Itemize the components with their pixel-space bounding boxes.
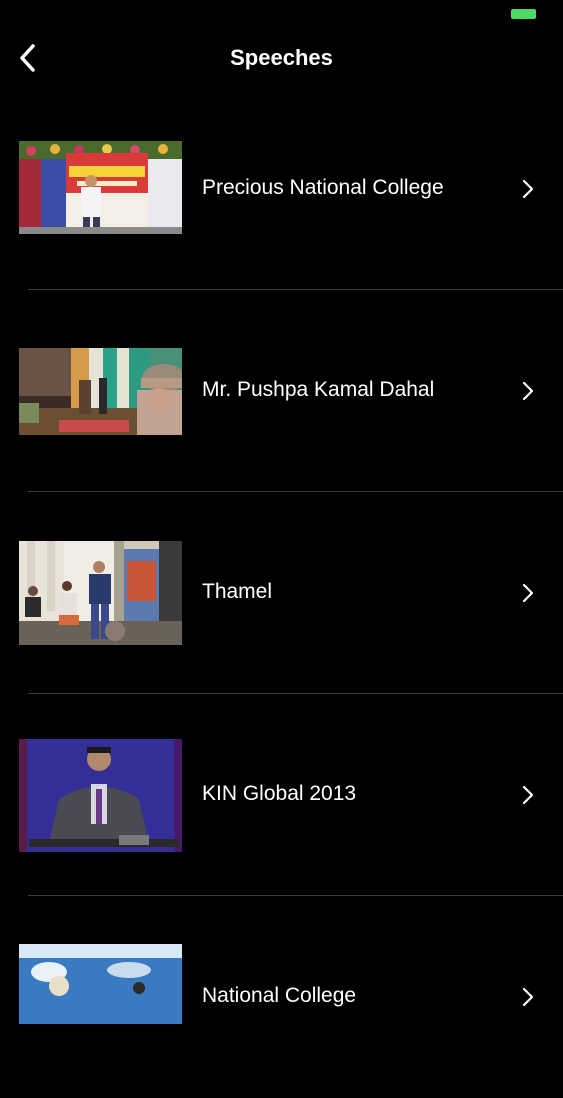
chevron-right-icon xyxy=(522,381,534,401)
chevron-left-icon xyxy=(20,44,35,72)
speech-title: Thamel xyxy=(202,580,273,603)
chevron-right-icon xyxy=(522,785,534,805)
status-bar xyxy=(0,0,563,28)
list-item[interactable]: Thamel xyxy=(0,492,563,694)
list-item[interactable]: National College xyxy=(0,896,563,1098)
list-item[interactable]: KIN Global 2013 xyxy=(0,694,563,896)
speech-thumbnail xyxy=(19,739,182,852)
speech-thumbnail xyxy=(19,944,182,1024)
page-title: Speeches xyxy=(230,45,333,70)
speech-thumbnail xyxy=(19,541,182,645)
battery-icon xyxy=(511,9,536,19)
chevron-right-icon xyxy=(522,583,534,603)
navigation-bar: Speeches xyxy=(0,28,563,88)
speech-thumbnail xyxy=(19,141,182,234)
speech-thumbnail xyxy=(19,348,182,435)
chevron-right-icon xyxy=(522,179,534,199)
list-item[interactable]: Precious National College xyxy=(0,88,563,290)
speech-title: KIN Global 2013 xyxy=(202,782,357,805)
list-item[interactable]: Mr. Pushpa Kamal Dahal xyxy=(0,290,563,492)
speech-title: National College xyxy=(202,984,357,1007)
speeches-list: Precious National College Mr. Pushpa Kam… xyxy=(0,88,563,1098)
back-button[interactable] xyxy=(8,38,48,78)
chevron-right-icon xyxy=(522,987,534,1007)
speech-title: Mr. Pushpa Kamal Dahal xyxy=(202,378,435,401)
speech-title: Precious National College xyxy=(202,176,444,199)
